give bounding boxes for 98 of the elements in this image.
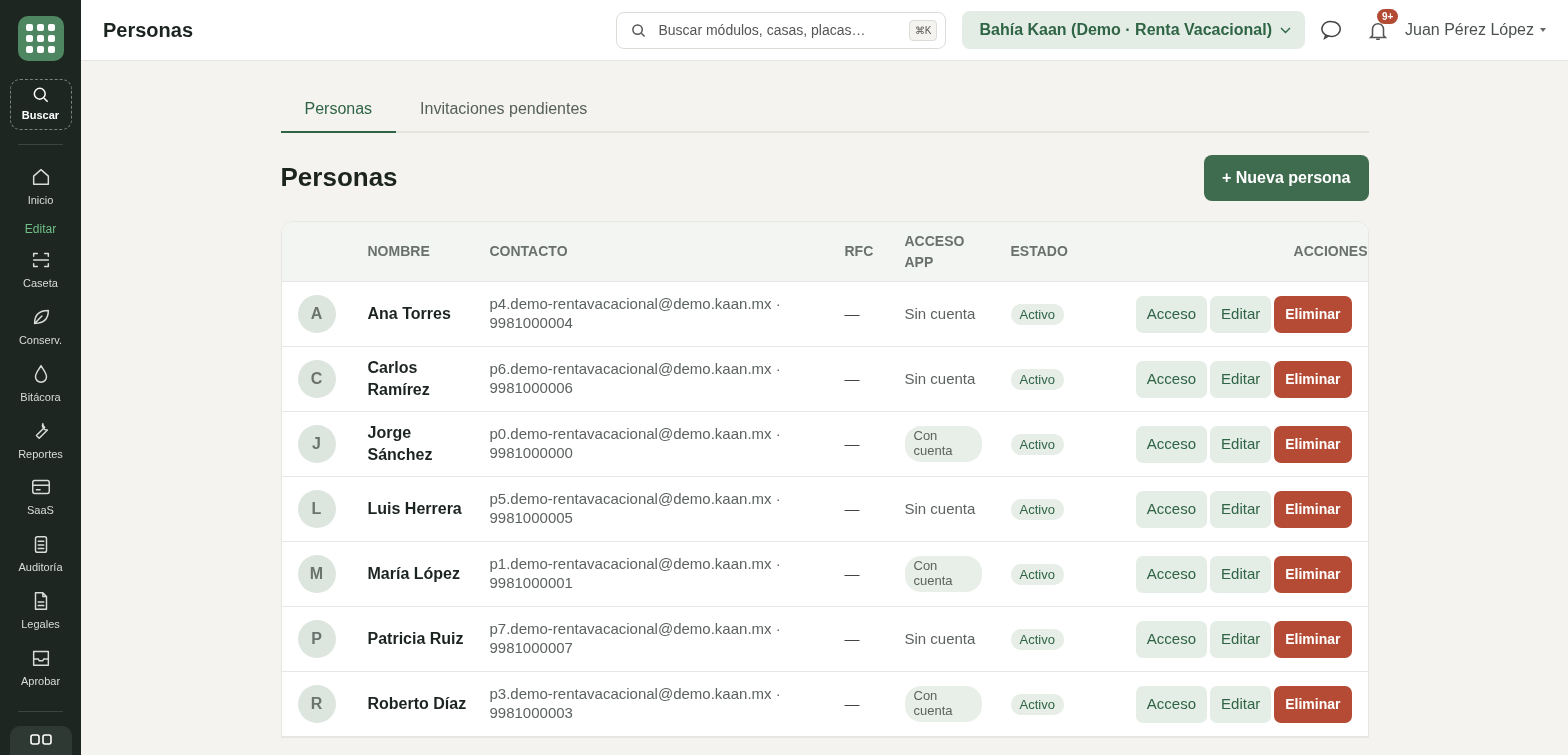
column-header: ACCESO APP: [904, 232, 965, 270]
person-name: Carlos Ramírez: [367, 358, 430, 398]
account-status: Sin cuenta: [904, 304, 976, 322]
status-badge: Activo: [1010, 433, 1064, 456]
rfc-value: —: [844, 694, 860, 712]
avatar: P: [297, 620, 336, 658]
grid-icon: [29, 734, 52, 747]
contact-info: p1.demo-rentavacacional@demo.kaan.mx · 9981000001: [488, 555, 782, 593]
person-name: Jorge Sánchez: [367, 423, 433, 463]
status-badge: Activo: [1010, 498, 1064, 521]
person-name: María López: [367, 564, 460, 582]
contact-info: p4.demo-rentavacacional@demo.kaan.mx · 9981000004: [488, 295, 782, 333]
access-button[interactable]: Acceso: [1135, 490, 1208, 528]
rfc-value: —: [844, 304, 860, 322]
contact-info: p5.demo-rentavacacional@demo.kaan.mx · 9981000005: [488, 490, 782, 528]
tab[interactable]: Personas: [280, 89, 397, 133]
search-box[interactable]: Buscar módulos, casas, placas… ⌘K: [616, 11, 947, 49]
status-badge: Activo: [1010, 563, 1064, 586]
workspace-selector[interactable]: Bahía Kaan (Demo · Renta Vacacional): [962, 11, 1305, 49]
person-name: Roberto Díaz: [367, 694, 467, 712]
avatar: A: [297, 295, 336, 333]
avatar: R: [297, 685, 336, 723]
delete-button[interactable]: Eliminar: [1274, 685, 1352, 723]
rfc-value: —: [844, 564, 860, 582]
account-status: Sin cuenta: [904, 499, 976, 517]
search-button[interactable]: Buscar: [9, 79, 72, 130]
app-logo[interactable]: [17, 16, 64, 62]
user-menu[interactable]: Juan Pérez López: [1405, 18, 1546, 42]
status-badge: Activo: [1010, 693, 1064, 716]
contact-info: p7.demo-rentavacacional@demo.kaan.mx · 9981000007: [488, 620, 782, 658]
delete-button[interactable]: Eliminar: [1274, 620, 1352, 658]
sidebar-item[interactable]: Inicio: [0, 159, 81, 216]
access-button[interactable]: Acceso: [1135, 425, 1208, 463]
rfc-value: —: [844, 499, 860, 517]
edit-button[interactable]: Editar: [1210, 620, 1272, 658]
sidebar-item[interactable]: Auditoría: [0, 526, 81, 583]
status-badge: Activo: [1010, 368, 1064, 391]
sidebar-item[interactable]: Reportes: [0, 412, 81, 470]
edit-button[interactable]: Editar: [1210, 295, 1272, 333]
access-button[interactable]: Acceso: [1135, 620, 1208, 658]
avatar: J: [297, 425, 336, 463]
contact-info: p3.demo-rentavacacional@demo.kaan.mx · 9981000003: [488, 685, 782, 723]
account-badge: Con cuenta: [904, 685, 982, 723]
column-header: ESTADO: [1010, 243, 1068, 259]
chat-icon[interactable]: [1321, 19, 1343, 41]
section-label: Editar: [23, 220, 58, 238]
sidebar-item[interactable]: Aprobar: [0, 639, 81, 697]
column-header: CONTACTO: [489, 243, 568, 259]
avatar: C: [297, 360, 336, 398]
edit-button[interactable]: Editar: [1210, 360, 1272, 398]
access-button[interactable]: Acceso: [1135, 295, 1208, 333]
edit-button[interactable]: Editar: [1210, 555, 1272, 593]
person-name: Patricia Ruiz: [367, 629, 464, 647]
search-icon: [631, 22, 647, 38]
contact-info: p6.demo-rentavacacional@demo.kaan.mx · 9981000006: [488, 360, 782, 398]
delete-button[interactable]: Eliminar: [1274, 555, 1352, 593]
page-title: Personas: [103, 18, 194, 42]
account-status: Sin cuenta: [904, 629, 976, 647]
avatar: L: [297, 490, 336, 528]
access-button[interactable]: Acceso: [1135, 360, 1208, 398]
avatar: M: [297, 555, 336, 593]
access-button[interactable]: Acceso: [1135, 685, 1208, 723]
sidebar-item[interactable]: Conserv.: [0, 298, 81, 356]
section-title: Personas: [280, 162, 398, 194]
rfc-value: —: [844, 434, 860, 452]
sidebar-item[interactable]: Bitácora: [0, 355, 81, 413]
account-status: Sin cuenta: [904, 369, 976, 387]
delete-button[interactable]: Eliminar: [1274, 360, 1352, 398]
caret-icon: [1540, 28, 1546, 32]
shortcut-hint: ⌘K: [908, 19, 938, 41]
edit-button[interactable]: Editar: [1210, 490, 1272, 528]
edit-button[interactable]: Editar: [1210, 425, 1272, 463]
contact-info: p0.demo-rentavacacional@demo.kaan.mx · 9981000000: [488, 425, 782, 463]
chevron-down-icon: [1280, 26, 1291, 34]
column-header: ACCIONES: [1293, 243, 1368, 259]
account-badge: Con cuenta: [904, 425, 982, 463]
account-badge: Con cuenta: [904, 555, 982, 593]
more-button[interactable]: [9, 725, 72, 755]
rfc-value: —: [844, 629, 860, 647]
delete-button[interactable]: Eliminar: [1274, 425, 1352, 463]
status-badge: Activo: [1010, 628, 1064, 651]
notification-count: 9+: [1377, 9, 1399, 25]
person-name: Luis Herrera: [367, 499, 462, 517]
sidebar-item[interactable]: Caseta: [0, 241, 81, 299]
sidebar-item[interactable]: SaaS: [0, 469, 81, 527]
access-button[interactable]: Acceso: [1135, 555, 1208, 593]
delete-button[interactable]: Eliminar: [1274, 295, 1352, 333]
sidebar-item[interactable]: Legales: [0, 582, 81, 640]
column-header: RFC: [844, 243, 874, 259]
person-name: Ana Torres: [367, 304, 451, 322]
search-field[interactable]: Buscar módulos, casas, placas…: [656, 18, 899, 42]
delete-button[interactable]: Eliminar: [1274, 490, 1352, 528]
new-person-button[interactable]: + Nueva persona: [1204, 155, 1369, 201]
status-badge: Activo: [1010, 303, 1064, 326]
tab[interactable]: Invitaciones pendientes: [396, 89, 612, 133]
rfc-value: —: [844, 369, 860, 387]
column-header: NOMBRE: [367, 243, 430, 259]
edit-button[interactable]: Editar: [1210, 685, 1272, 723]
